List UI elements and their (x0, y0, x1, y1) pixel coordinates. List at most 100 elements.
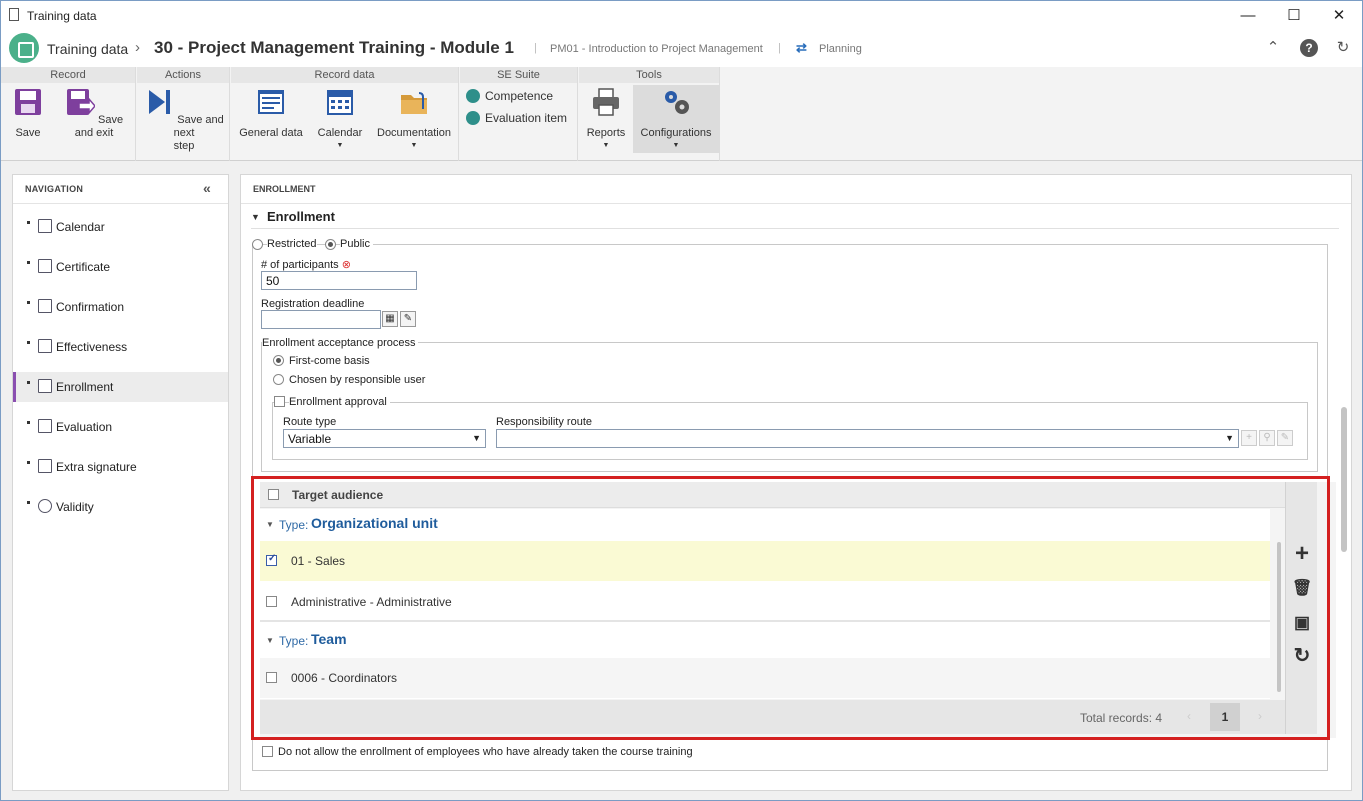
divider (241, 203, 1351, 204)
clear-route-icon[interactable]: ✎ (1277, 430, 1293, 446)
row-checkbox[interactable] (266, 553, 277, 566)
next-page-icon[interactable]: › (1258, 709, 1262, 723)
row-checkbox[interactable] (266, 596, 277, 607)
table-row[interactable]: 01 - Sales (260, 541, 1270, 581)
group-header-organizational-unit[interactable]: ▼ Type: Organizational unit (260, 509, 1270, 539)
add-icon[interactable]: + (1292, 542, 1312, 566)
public-label: Public (340, 238, 373, 250)
group-header-team[interactable]: ▼ Team Type: (260, 625, 1270, 655)
nav-item-effectiveness[interactable]: Effectiveness (13, 332, 228, 362)
maximize-button[interactable]: ☐ (1279, 5, 1309, 27)
first-come-radio[interactable] (273, 355, 284, 366)
search-route-icon[interactable]: ⚲ (1259, 430, 1275, 446)
route-type-select[interactable]: Variable ▼ (283, 429, 486, 448)
document-icon (9, 8, 19, 21)
public-radio[interactable] (325, 239, 336, 250)
breadcrumb-separator: › (135, 39, 140, 56)
general-data-button[interactable]: General data (237, 87, 305, 140)
configurations-button[interactable]: Configurations ▼ (633, 85, 719, 153)
nav-item-evaluation[interactable]: Evaluation (13, 412, 228, 442)
collapse-header-icon[interactable]: ⌃ (1264, 39, 1282, 57)
help-icon[interactable]: ? (1300, 39, 1318, 57)
phase-label: Planning (819, 43, 862, 55)
no-repeat-enrollment-checkbox[interactable] (262, 746, 273, 757)
nav-item-calendar[interactable]: Calendar (13, 212, 228, 242)
ribbon-group-label: Tools (579, 67, 719, 83)
nav-item-enrollment[interactable]: Enrollment (13, 372, 228, 402)
refresh-icon[interactable]: ↻ (1334, 39, 1352, 57)
view-record-icon[interactable]: ▣ (1292, 613, 1312, 633)
calendar-button[interactable]: Calendar ▼ (313, 87, 367, 150)
nav-item-extra-signature[interactable]: Extra signature (13, 452, 228, 482)
participants-input[interactable]: 50 (261, 271, 417, 290)
nav-item-confirmation[interactable]: Confirmation (13, 292, 228, 322)
evaluation-item-button[interactable]: Evaluation item (466, 111, 567, 125)
nav-item-certificate[interactable]: Certificate (13, 252, 228, 282)
page-number-button[interactable]: 1 (1210, 703, 1240, 731)
row-checkbox[interactable] (266, 672, 277, 683)
no-repeat-enrollment-label: Do not allow the enrollment of employees… (278, 746, 693, 758)
calendar-icon (38, 219, 52, 233)
enrollment-approval-checkbox[interactable] (274, 396, 285, 407)
ribbon-group-record: Record Save Save and exit (1, 67, 136, 161)
breadcrumb-app[interactable]: Training data (47, 41, 128, 57)
restricted-radio[interactable] (252, 239, 263, 250)
select-all-checkbox[interactable] (268, 489, 279, 500)
trash-icon[interactable]: 🗑 (1292, 579, 1312, 599)
section-title[interactable]: Enrollment (267, 209, 335, 224)
row-label: 0006 - Coordinators (291, 671, 398, 685)
clock-icon (38, 499, 52, 513)
folder-attachment-icon (401, 92, 427, 114)
section-toggle-icon[interactable]: ▼ (251, 212, 260, 222)
gears-icon (665, 91, 689, 114)
table-row[interactable]: 0006 - Coordinators (260, 658, 1270, 698)
registration-deadline-input[interactable] (261, 310, 381, 329)
navigation-header: NAVIGATION (25, 184, 84, 194)
nav-item-validity[interactable]: Validity (13, 492, 228, 522)
bullet (27, 461, 30, 464)
type-value: Team (311, 631, 347, 647)
minimize-button[interactable]: — (1233, 5, 1263, 27)
clear-date-icon[interactable]: ✎ (400, 311, 416, 327)
competence-button[interactable]: Competence (466, 89, 553, 103)
calendar-picker-icon[interactable]: ▦ (382, 311, 398, 327)
responsibility-route-select[interactable]: ▼ (496, 429, 1239, 448)
dropdown-arrow-icon: ▼ (410, 142, 418, 149)
target-audience-header[interactable]: Target audience (292, 488, 383, 502)
documentation-label: Documentation (377, 127, 451, 139)
panel-scrollbar[interactable] (1341, 407, 1347, 552)
header-divider: | (534, 42, 537, 54)
general-data-label: General data (239, 127, 303, 139)
ribbon-group-record-data: Record data General data Calendar ▼ Docu… (231, 67, 459, 161)
type-label: Type: (279, 518, 309, 532)
previous-page-icon[interactable]: ‹ (1187, 709, 1191, 723)
chosen-by-user-radio[interactable] (273, 374, 284, 385)
floppy-disk-icon (15, 89, 41, 115)
ribbon-group-label: SE Suite (460, 67, 577, 83)
group-toggle-icon[interactable]: ▼ (266, 636, 274, 645)
acceptance-label: Enrollment acceptance process (262, 337, 419, 349)
signature-icon (38, 459, 52, 473)
bullet (27, 421, 30, 424)
responsibility-route-label: Responsibility route (496, 416, 592, 428)
collapse-navigation-icon[interactable]: « (203, 180, 211, 196)
window-title: Training data (27, 9, 97, 23)
record-title: 30 - Project Management Training - Modul… (154, 38, 514, 57)
refresh-icon[interactable]: ↻ (1292, 646, 1312, 666)
nav-label: Evaluation (56, 420, 113, 434)
document-check-icon (38, 299, 52, 313)
table-row[interactable]: Administrative - Administrative (260, 582, 1270, 622)
documentation-button[interactable]: Documentation ▼ (373, 87, 455, 150)
save-and-next-step-button[interactable]: Save and next step (141, 87, 227, 153)
add-route-icon[interactable]: + (1241, 430, 1257, 446)
close-button[interactable]: ✕ (1324, 5, 1354, 27)
chevron-down-icon: ▼ (472, 433, 481, 443)
save-exit-icon (66, 89, 96, 116)
evaluation-pen-icon (38, 419, 52, 433)
group-toggle-icon[interactable]: ▼ (266, 520, 274, 529)
save-and-exit-button[interactable]: Save and exit (57, 87, 131, 140)
grid-body: ▼ Type: Organizational unit 01 - Sales A… (260, 509, 1281, 699)
save-button[interactable]: Save (9, 87, 47, 140)
reports-button[interactable]: Reports ▼ (583, 87, 629, 150)
grid-scrollbar[interactable] (1277, 542, 1281, 692)
